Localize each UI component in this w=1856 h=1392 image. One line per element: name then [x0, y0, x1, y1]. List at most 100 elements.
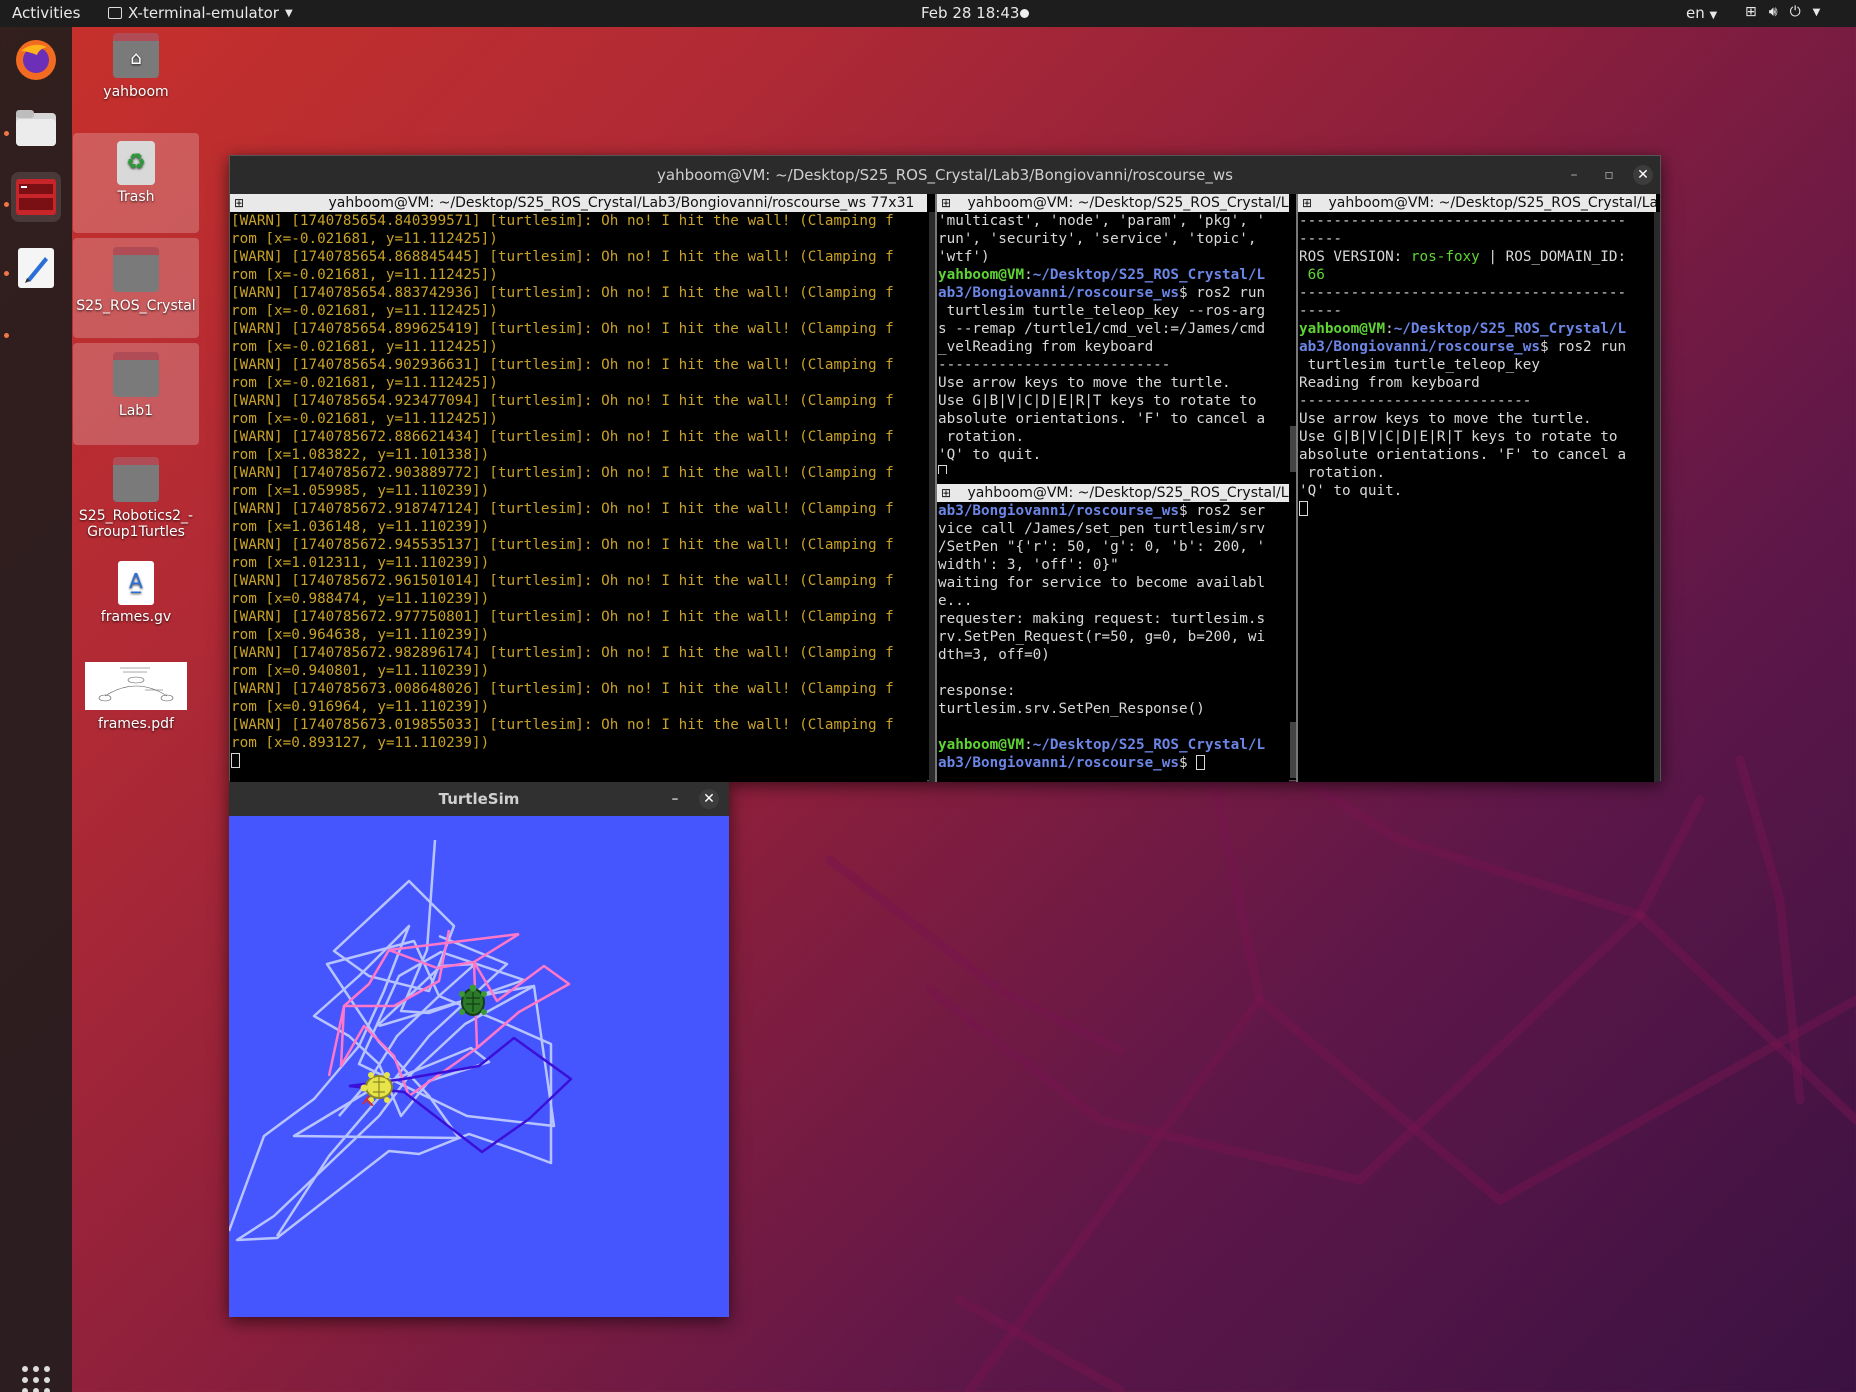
scrollbar[interactable] — [1654, 212, 1660, 782]
terminal-icon — [108, 7, 122, 19]
turtlesim-canvas — [227, 816, 729, 1317]
desktop-file-frames-pdf[interactable]: frames.pdf — [73, 662, 199, 732]
log-line: rom [x=1.036148, y=11.110239]) — [231, 519, 490, 535]
log-line: rom [x=1.012311, y=11.110239]) — [231, 555, 490, 571]
log-line: [WARN] [1740785672.945535137] [turtlesim… — [231, 537, 894, 553]
firefox-icon[interactable] — [11, 35, 61, 85]
turtle1-trail — [227, 839, 556, 1242]
log-line: rom [x=0.916964, y=11.110239]) — [231, 699, 490, 715]
pdf-thumbnail-icon — [85, 662, 187, 710]
desktop-icon-label: Group1Turtles — [87, 524, 185, 540]
terminal-titlebar[interactable]: yahboom@VM: ~/Desktop/S25_ROS_Crystal/La… — [230, 156, 1660, 194]
log-line: [WARN] [1740785673.008648026] [turtlesim… — [231, 681, 894, 697]
clock[interactable]: Feb 28 18:43 — [921, 4, 1019, 22]
log-line: rom [x=1.059985, y=11.110239]) — [231, 483, 490, 499]
desktop-trash[interactable]: ♻ Trash — [73, 133, 199, 233]
minimize-button[interactable]: – — [1564, 165, 1584, 185]
terminal-window[interactable]: yahboom@VM: ~/Desktop/S25_ROS_Crystal/La… — [229, 155, 1661, 782]
desktop-folder-s25-robotics2[interactable]: S25_Robotics2_- Group1Turtles — [73, 457, 199, 540]
pane-output: ab3/Bongiovanni/roscourse_ws$ ros2 ser vi… — [938, 503, 1266, 771]
text-cursor — [1196, 755, 1206, 770]
pane-output: [WARN] [1740785654.840399571] [turtlesim… — [230, 212, 927, 752]
window-title: TurtleSim — [438, 790, 520, 808]
terminal-pane-set-pen[interactable]: ⊞ yahboom@VM: ~/Desktop/S25_ROS_Crystal/… — [937, 484, 1289, 782]
language-indicator[interactable]: en ▼ — [1686, 4, 1717, 22]
pane-title: yahboom@VM: ~/Desktop/S25_ROS_Crystal/La… — [1328, 195, 1656, 211]
desktop-folder-lab1[interactable]: Lab1 — [73, 343, 199, 445]
chevron-down-icon: ▼ — [1812, 6, 1821, 18]
turtlesim-titlebar[interactable]: TurtleSim – ✕ — [229, 782, 729, 816]
desktop-home-folder[interactable]: ⌂ yahboom — [73, 33, 199, 100]
log-line: rom [x=-0.021681, y=11.112425]) — [231, 303, 498, 319]
text-cursor — [1299, 501, 1308, 516]
pane-title-bar[interactable]: ⊞ yahboom@VM: ~/Desktop/S25_ROS_Crystal/… — [937, 194, 1289, 212]
desktop-folder-s25-ros-crystal[interactable]: S25_ROS_Crystal — [73, 238, 199, 338]
log-line: [WARN] [1740785672.886621434] [turtlesim… — [231, 429, 894, 445]
app-name: X-terminal-emulator — [128, 4, 279, 22]
log-line: rom [x=1.083822, y=11.101338]) — [231, 447, 490, 463]
pane-title-bar[interactable]: ⊞ yahboom@VM: ~/Desktop/S25_ROS_Crystal/… — [230, 194, 927, 212]
terminal-icon: ⊞ — [941, 486, 952, 500]
log-line: [WARN] [1740785654.883742936] [turtlesim… — [231, 285, 894, 301]
running-indicator — [4, 202, 9, 207]
top-bar: Activities X-terminal-emulator ▼ Feb 28 … — [0, 0, 1856, 27]
pane-title: yahboom@VM: ~/Desktop/S25_ROS_Crystal/La… — [967, 485, 1289, 501]
maximize-button[interactable]: ▫ — [1599, 165, 1619, 185]
terminal-icon: ⊞ — [1302, 196, 1313, 210]
desktop-icon-label: S25_ROS_Crystal — [76, 298, 196, 314]
close-button[interactable]: ✕ — [1633, 165, 1653, 185]
turtle-trails — [227, 839, 573, 1242]
folder-icon — [113, 247, 159, 292]
text-file-icon: A̲ — [118, 561, 154, 605]
power-icon: ⏻ — [1789, 4, 1801, 20]
terminal-pane-teleop-james[interactable]: ⊞ yahboom@VM: ~/Desktop/S25_ROS_Crystal/… — [937, 194, 1289, 474]
pane-title: yahboom@VM: ~/Desktop/S25_ROS_Crystal/La… — [967, 195, 1289, 211]
log-line: rom [x=0.893127, y=11.110239]) — [231, 735, 490, 751]
log-line: [WARN] [1740785654.899625419] [turtlesim… — [231, 321, 894, 337]
log-line: rom [x=-0.021681, y=11.112425]) — [231, 375, 498, 391]
text-editor-icon[interactable] — [11, 243, 61, 293]
desktop-icon-label: Trash — [117, 189, 155, 205]
show-applications-icon[interactable] — [11, 1355, 61, 1392]
log-line: rom [x=0.988474, y=11.110239]) — [231, 591, 490, 607]
app-menu[interactable]: X-terminal-emulator ▼ — [108, 4, 293, 22]
turtle-icon — [360, 1072, 393, 1106]
desktop-icon-label: yahboom — [103, 84, 169, 100]
system-menu[interactable]: ⊞ 🔊︎ ⏻ ▼ — [1745, 4, 1820, 20]
log-line: [WARN] [1740785672.961501014] [turtlesim… — [231, 573, 894, 589]
window-title: yahboom@VM: ~/Desktop/S25_ROS_Crystal/La… — [657, 166, 1233, 184]
terminal-app-icon[interactable] — [11, 172, 61, 222]
terminal-icon: ⊞ — [941, 196, 952, 210]
notification-dot — [1020, 9, 1029, 18]
pane-title: yahboom@VM: ~/Desktop/S25_ROS_Crystal/La… — [328, 195, 915, 211]
text-cursor — [231, 753, 240, 768]
dock — [0, 27, 72, 1392]
log-line: rom [x=-0.021681, y=11.112425]) — [231, 411, 498, 427]
turtlesim-window[interactable]: TurtleSim – ✕ — [227, 782, 729, 1317]
pane-title-bar[interactable]: ⊞ yahboom@VM: ~/Desktop/S25_ROS_Crystal/… — [937, 484, 1289, 502]
home-folder-icon: ⌂ — [113, 33, 159, 78]
trash-icon: ♻ — [117, 141, 155, 185]
pane-output: -------------------------------------- --… — [1298, 212, 1656, 518]
terminal-pane-log[interactable]: ⊞ yahboom@VM: ~/Desktop/S25_ROS_Crystal/… — [230, 194, 927, 782]
activities-button[interactable]: Activities — [12, 4, 80, 22]
pane-title-bar[interactable]: ⊞ yahboom@VM: ~/Desktop/S25_ROS_Crystal/… — [1298, 194, 1656, 212]
log-line: [WARN] [1740785654.840399571] [turtlesim… — [231, 213, 894, 229]
volume-icon: 🔊︎ — [1768, 4, 1778, 20]
desktop-icon-label: S25_Robotics2_- — [78, 508, 194, 524]
pane-output-cursor — [230, 752, 927, 770]
log-line: rom [x=-0.021681, y=11.112425]) — [231, 231, 498, 247]
language-label: en — [1686, 4, 1705, 22]
desktop-file-frames-gv[interactable]: A̲ frames.gv — [73, 561, 199, 625]
terminal-pane-teleop[interactable]: ⊞ yahboom@VM: ~/Desktop/S25_ROS_Crystal/… — [1298, 194, 1656, 782]
running-indicator — [4, 271, 9, 276]
close-button[interactable]: ✕ — [699, 789, 719, 809]
files-icon[interactable] — [11, 103, 61, 153]
terminal-icon: ⊞ — [234, 196, 245, 210]
minimize-button[interactable]: – — [665, 789, 685, 809]
running-indicator — [4, 333, 9, 338]
chevron-down-icon: ▼ — [1709, 10, 1718, 21]
desktop-icon-label: Lab1 — [118, 403, 154, 419]
log-line: [WARN] [1740785654.923477094] [turtlesim… — [231, 393, 894, 409]
text-cursor — [938, 465, 947, 474]
